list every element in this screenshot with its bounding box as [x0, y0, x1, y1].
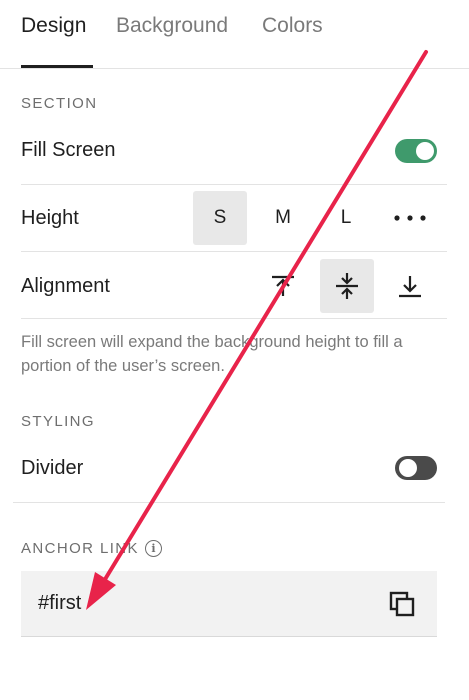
height-label: Height: [21, 207, 79, 229]
info-icon[interactable]: i: [144, 540, 162, 557]
more-options-button[interactable]: [383, 191, 437, 245]
tab-bar: Design Background Colors: [0, 0, 469, 69]
divider-line: [13, 502, 445, 503]
alignment-label: Alignment: [21, 275, 110, 297]
divider-line: [21, 251, 447, 252]
styling-heading: STYLING: [21, 413, 95, 430]
section-heading: SECTION: [21, 95, 98, 112]
divider-label: Divider: [21, 457, 84, 479]
anchor-link-heading: ANCHOR LINK i: [21, 540, 162, 557]
align-top-icon: [272, 275, 294, 296]
divider-line: [21, 184, 447, 185]
toggle-knob: [416, 142, 434, 160]
tab-design[interactable]: Design: [21, 14, 86, 38]
active-tab-indicator: [21, 65, 93, 68]
anchor-link-field[interactable]: #first: [21, 571, 437, 637]
toggle-knob: [399, 459, 417, 477]
height-option-l[interactable]: L: [319, 191, 373, 245]
tab-colors[interactable]: Colors: [262, 14, 323, 38]
align-top-button[interactable]: [256, 259, 310, 313]
align-bottom-button[interactable]: [383, 259, 437, 313]
fill-screen-toggle[interactable]: [395, 139, 437, 163]
anchor-link-label: ANCHOR LINK: [21, 540, 139, 557]
fill-screen-label: Fill Screen: [21, 139, 116, 161]
align-center-button[interactable]: [320, 259, 374, 313]
copy-icon[interactable]: [388, 590, 416, 618]
divider-line: [21, 318, 447, 319]
divider-toggle[interactable]: [395, 456, 437, 480]
anchor-link-value[interactable]: #first: [38, 592, 81, 615]
tab-background[interactable]: Background: [116, 14, 228, 38]
align-bottom-icon: [399, 276, 421, 298]
height-option-s[interactable]: S: [193, 191, 247, 245]
align-center-icon: [336, 273, 358, 299]
height-option-m[interactable]: M: [256, 191, 310, 245]
fill-screen-help-text: Fill screen will expand the background h…: [21, 333, 403, 375]
more-horizontal-icon: [394, 215, 426, 221]
